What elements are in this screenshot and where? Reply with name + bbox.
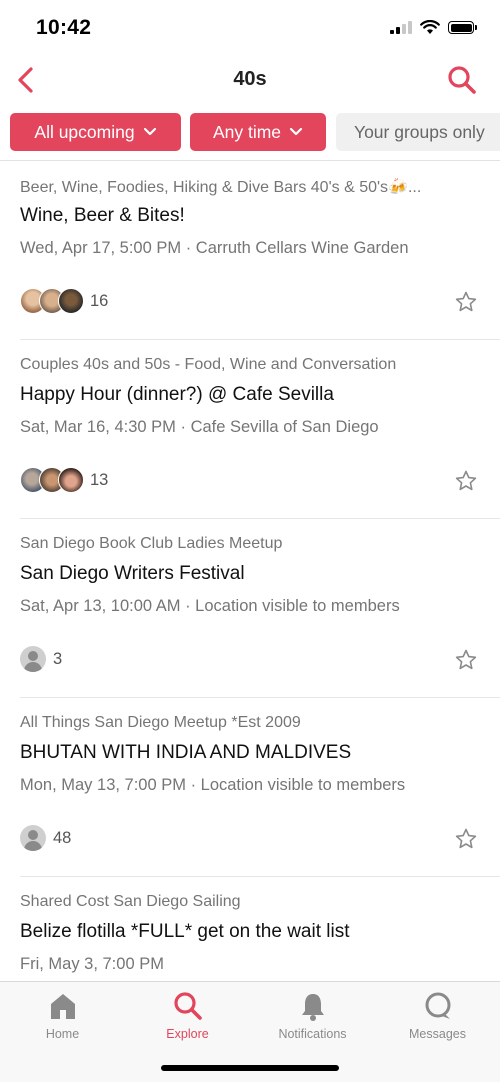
status-bar: 10:42 bbox=[0, 0, 500, 58]
event-datetime-location: Wed, Apr 17, 5:00 PM · Carruth Cellars W… bbox=[20, 239, 409, 257]
chat-bubble-icon bbox=[425, 992, 451, 1019]
event-group-name: All Things San Diego Meetup *Est 2009 bbox=[20, 714, 301, 731]
cellular-signal-icon bbox=[390, 21, 412, 34]
event-datetime-location: Mon, May 13, 7:00 PM · Location visible … bbox=[20, 776, 406, 794]
filter-all-upcoming[interactable]: All upcoming bbox=[10, 113, 181, 151]
status-icons bbox=[390, 20, 477, 35]
event-list: Beer, Wine, Foodies, Hiking & Dive Bars … bbox=[0, 161, 500, 981]
battery-icon bbox=[448, 21, 477, 34]
search-icon bbox=[448, 66, 476, 94]
navigation-bar: 40s bbox=[0, 58, 500, 102]
star-icon[interactable] bbox=[454, 469, 478, 493]
filter-label: All upcoming bbox=[34, 121, 135, 142]
tab-home[interactable]: Home bbox=[0, 982, 125, 1052]
chevron-down-icon bbox=[143, 127, 156, 136]
star-icon[interactable] bbox=[454, 827, 478, 851]
wifi-icon bbox=[420, 20, 440, 34]
star-icon[interactable] bbox=[454, 648, 478, 672]
event-title: Belize flotilla *FULL* get on the wait l… bbox=[20, 921, 350, 942]
attendee-count: 48 bbox=[53, 828, 72, 847]
search-icon bbox=[174, 992, 202, 1020]
home-indicator bbox=[161, 1065, 339, 1071]
chevron-down-icon bbox=[289, 127, 303, 136]
attendee-list[interactable]: 3 bbox=[20, 646, 62, 672]
event-card[interactable]: Shared Cost San Diego Sailing Belize flo… bbox=[0, 877, 500, 981]
event-card[interactable]: All Things San Diego Meetup *Est 2009 BH… bbox=[0, 698, 500, 877]
avatar bbox=[58, 288, 84, 314]
attendee-count: 13 bbox=[90, 470, 109, 489]
event-card[interactable]: San Diego Book Club Ladies Meetup San Di… bbox=[0, 519, 500, 698]
event-group-name: Couples 40s and 50s - Food, Wine and Con… bbox=[20, 356, 397, 373]
status-time: 10:42 bbox=[36, 16, 92, 39]
tab-label: Home bbox=[45, 1027, 80, 1041]
bell-icon bbox=[302, 994, 324, 1021]
tab-label: Notifications bbox=[278, 1027, 347, 1041]
event-group-name: Beer, Wine, Foodies, Hiking & Dive Bars … bbox=[20, 179, 422, 196]
attendee-list[interactable]: 13 bbox=[20, 467, 108, 493]
event-title: Happy Hour (dinner?) @ Cafe Sevilla bbox=[20, 384, 334, 405]
event-card[interactable]: Beer, Wine, Foodies, Hiking & Dive Bars … bbox=[0, 161, 500, 340]
avatar-placeholder-icon bbox=[20, 646, 46, 672]
event-group-name: Shared Cost San Diego Sailing bbox=[20, 893, 241, 910]
attendee-list[interactable]: 16 bbox=[20, 288, 108, 314]
event-datetime-location: Sat, Mar 16, 4:30 PM · Cafe Sevilla of S… bbox=[20, 418, 379, 436]
event-datetime-location: Sat, Apr 13, 10:00 AM · Location visible… bbox=[20, 597, 400, 615]
tab-messages[interactable]: Messages bbox=[375, 982, 500, 1052]
attendee-count: 16 bbox=[90, 291, 109, 310]
tab-notifications[interactable]: Notifications bbox=[250, 982, 375, 1052]
filter-label: Any time bbox=[212, 121, 282, 142]
filter-your-groups-only[interactable]: Your groups only bbox=[336, 113, 500, 151]
star-icon[interactable] bbox=[454, 290, 478, 314]
filter-any-time[interactable]: Any time bbox=[190, 113, 326, 151]
event-group-name: San Diego Book Club Ladies Meetup bbox=[20, 535, 283, 552]
event-card[interactable]: Couples 40s and 50s - Food, Wine and Con… bbox=[0, 340, 500, 519]
avatar-placeholder-icon bbox=[20, 825, 46, 851]
filter-row: All upcoming Any time Your groups only bbox=[0, 113, 500, 153]
attendee-list[interactable]: 48 bbox=[20, 825, 71, 851]
filter-label: Your groups only bbox=[354, 121, 485, 142]
avatar bbox=[58, 467, 84, 493]
tab-label: Explore bbox=[166, 1027, 209, 1041]
attendee-count: 3 bbox=[53, 649, 63, 668]
tab-label: Messages bbox=[409, 1027, 466, 1041]
event-title: BHUTAN WITH INDIA AND MALDIVES bbox=[20, 742, 352, 763]
home-icon bbox=[51, 994, 75, 1019]
event-datetime-location: Fri, May 3, 7:00 PM bbox=[20, 955, 164, 973]
search-button[interactable] bbox=[446, 64, 478, 96]
page-title: 40s bbox=[233, 68, 267, 90]
tab-explore[interactable]: Explore bbox=[125, 982, 250, 1052]
event-title: San Diego Writers Festival bbox=[20, 563, 245, 584]
event-title: Wine, Beer & Bites! bbox=[20, 205, 185, 226]
